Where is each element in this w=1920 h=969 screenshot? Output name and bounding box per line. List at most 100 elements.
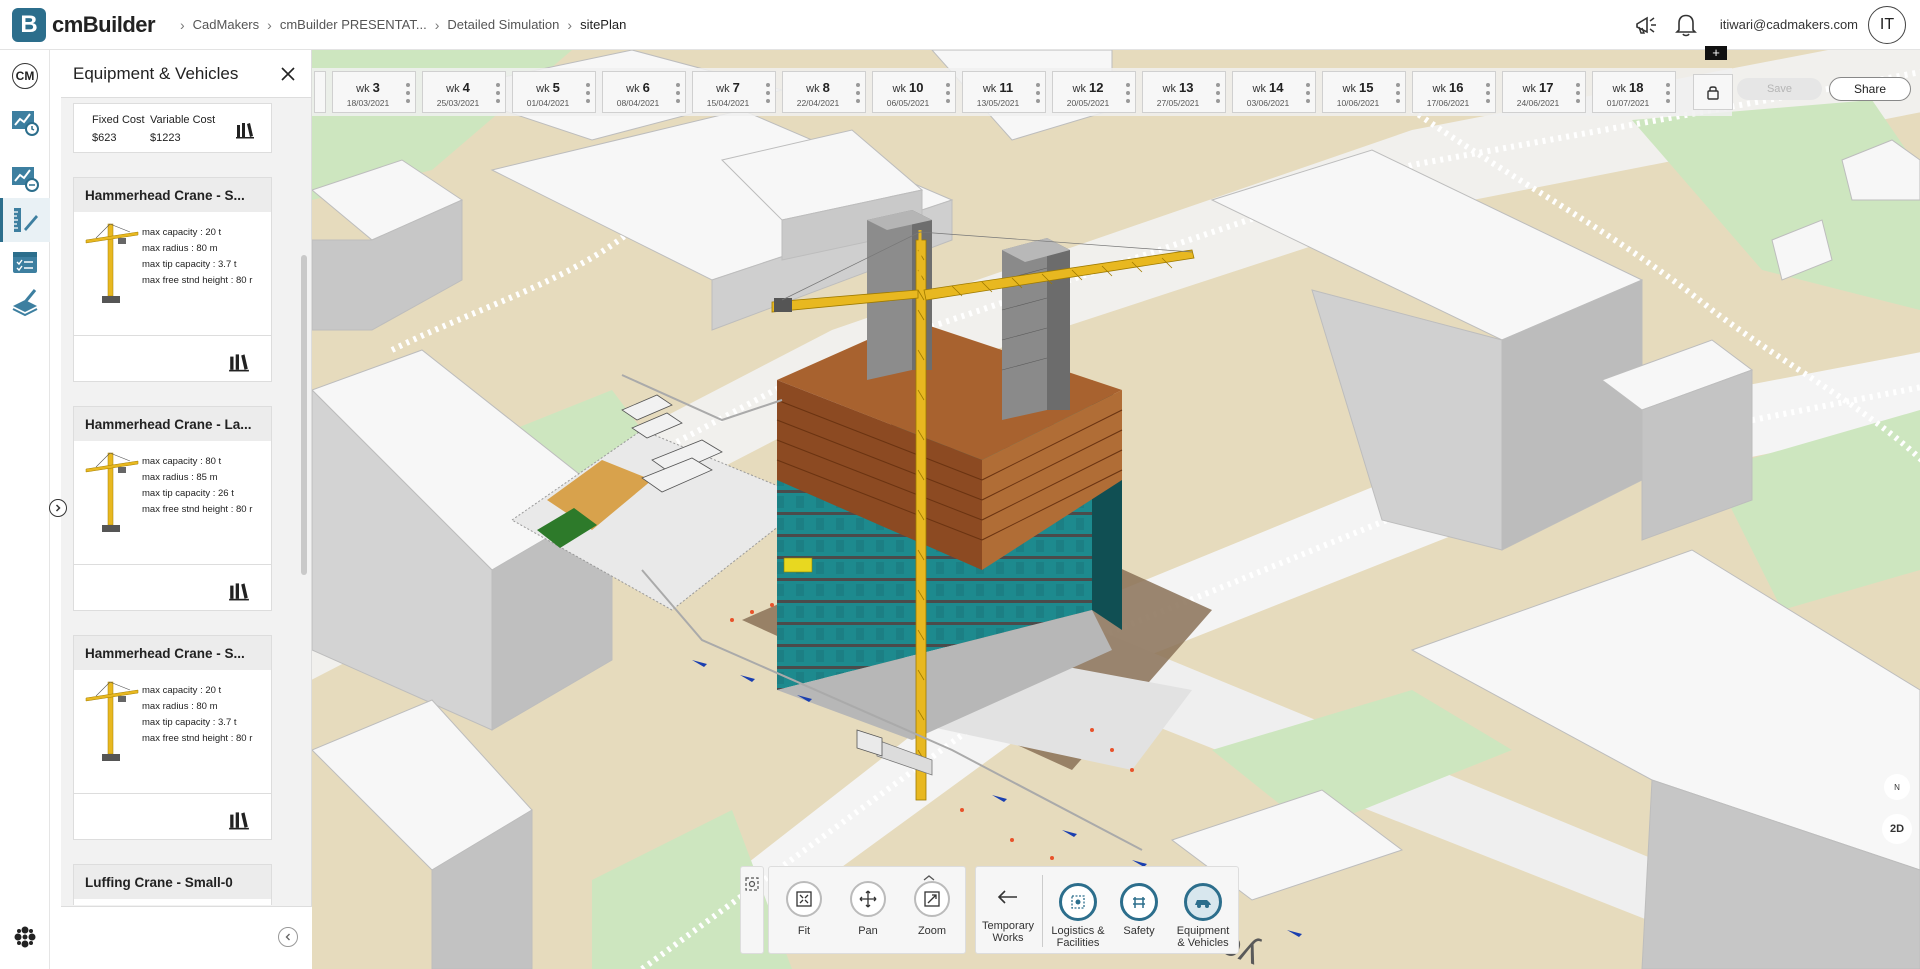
compass-north-button[interactable]: N bbox=[1884, 774, 1910, 800]
week-prefix: wk bbox=[536, 83, 550, 95]
pan-button[interactable]: Pan bbox=[843, 881, 893, 937]
mode-label: Logistics & bbox=[1051, 925, 1105, 937]
equipment-vehicles-button[interactable]: Equipment & Vehicles bbox=[1170, 867, 1236, 955]
week-card[interactable]: wk 12 20/05/2021 bbox=[1052, 71, 1136, 113]
site-3d-viewport[interactable]: ye Rd bbox=[312, 50, 1920, 969]
card-divider bbox=[74, 793, 271, 794]
mode-toolbar: Temporary Works Logistics & Facilities S… bbox=[975, 866, 1239, 954]
zoom-button[interactable]: Zoom bbox=[907, 881, 957, 937]
timeline-scroll-left[interactable] bbox=[314, 71, 326, 113]
collapse-panel-button[interactable] bbox=[278, 927, 298, 947]
library-icon[interactable] bbox=[227, 808, 251, 835]
kebab-menu-icon[interactable] bbox=[676, 83, 680, 107]
announcement-icon[interactable] bbox=[1630, 9, 1662, 41]
mode-label: Works bbox=[992, 932, 1024, 944]
logistics-facilities-button[interactable]: Logistics & Facilities bbox=[1048, 867, 1108, 955]
week-date: 06/05/2021 bbox=[886, 98, 930, 108]
panel-header: Equipment & Vehicles bbox=[61, 50, 311, 98]
layers-brush-icon[interactable] bbox=[9, 286, 41, 318]
week-date: 27/05/2021 bbox=[1156, 98, 1200, 108]
breadcrumb-item[interactable]: Detailed Simulation bbox=[447, 17, 559, 32]
week-card[interactable]: wk 11 13/05/2021 bbox=[962, 71, 1046, 113]
calendar-task-icon[interactable] bbox=[9, 246, 41, 278]
week-card[interactable]: wk 13 27/05/2021 bbox=[1142, 71, 1226, 113]
kebab-menu-icon[interactable] bbox=[586, 83, 590, 107]
kebab-menu-icon[interactable] bbox=[1486, 83, 1490, 107]
equipment-card[interactable]: Hammerhead Crane - S... max capacity : 2… bbox=[73, 177, 272, 382]
week-card[interactable]: wk 16 17/06/2021 bbox=[1412, 71, 1496, 113]
kebab-menu-icon[interactable] bbox=[856, 83, 860, 107]
fit-button[interactable]: Fit bbox=[779, 881, 829, 937]
apps-grid-icon[interactable] bbox=[13, 925, 37, 954]
user-email[interactable]: itiwari@cadmakers.com bbox=[1720, 17, 1858, 32]
screenshot-icon bbox=[745, 877, 759, 891]
spec-line: max tip capacity : 3.7 t bbox=[142, 717, 237, 728]
kebab-menu-icon[interactable] bbox=[766, 83, 770, 107]
equipment-list[interactable]: Fixed Cost $623 Variable Cost $1223 Hamm… bbox=[61, 98, 312, 905]
library-icon[interactable] bbox=[235, 119, 255, 142]
week-prefix: wk bbox=[1432, 83, 1446, 95]
week-card[interactable]: wk 7 15/04/2021 bbox=[692, 71, 776, 113]
week-card[interactable]: wk 4 25/03/2021 bbox=[422, 71, 506, 113]
week-number: 3 bbox=[372, 80, 380, 95]
breadcrumb-item[interactable]: cmBuilder PRESENTAT... bbox=[280, 17, 427, 32]
chevron-up-icon[interactable] bbox=[922, 869, 936, 887]
week-card[interactable]: wk 10 06/05/2021 bbox=[872, 71, 956, 113]
breadcrumb-item[interactable]: CadMakers bbox=[193, 17, 259, 32]
week-timeline[interactable]: wk 3 18/03/2021 wk 4 25/03/2021 wk 5 01/04/… bbox=[312, 68, 1732, 116]
week-date: 08/04/2021 bbox=[616, 98, 660, 108]
kebab-menu-icon[interactable] bbox=[946, 83, 950, 107]
expand-panel-button[interactable] bbox=[49, 499, 67, 517]
share-button[interactable]: Share bbox=[1829, 77, 1911, 101]
kebab-menu-icon[interactable] bbox=[1216, 83, 1220, 107]
safety-button[interactable]: Safety bbox=[1109, 867, 1169, 955]
equipment-title: Hammerhead Crane - La... bbox=[74, 407, 271, 441]
camera-view-button[interactable] bbox=[740, 866, 764, 954]
kebab-menu-icon[interactable] bbox=[1036, 83, 1040, 107]
lock-icon[interactable] bbox=[1693, 74, 1733, 110]
close-icon[interactable] bbox=[277, 63, 299, 85]
week-card[interactable]: wk 3 18/03/2021 bbox=[332, 71, 416, 113]
week-card[interactable]: wk 8 22/04/2021 bbox=[782, 71, 866, 113]
simulation-chart-icon[interactable] bbox=[9, 106, 41, 138]
week-date: 01/07/2021 bbox=[1606, 98, 1650, 108]
temporary-works-button[interactable]: Temporary Works bbox=[978, 867, 1038, 955]
kebab-menu-icon[interactable] bbox=[1576, 83, 1580, 107]
save-button[interactable]: Save bbox=[1737, 78, 1822, 100]
schedule-chart-icon[interactable] bbox=[9, 162, 41, 194]
spec-line: max free stnd height : 80 r bbox=[142, 504, 253, 515]
bell-icon[interactable] bbox=[1670, 9, 1702, 41]
week-card[interactable]: wk 17 24/06/2021 bbox=[1502, 71, 1586, 113]
card-divider bbox=[74, 564, 271, 565]
panel-scrollbar[interactable] bbox=[301, 255, 307, 575]
left-rail: CM bbox=[0, 50, 50, 969]
equipment-card[interactable]: Hammerhead Crane - S... max capacity : 2… bbox=[73, 635, 272, 840]
week-card[interactable]: wk 14 03/06/2021 bbox=[1232, 71, 1316, 113]
site-plan-ruler-icon[interactable] bbox=[9, 204, 41, 236]
week-card[interactable]: wk 15 10/06/2021 bbox=[1322, 71, 1406, 113]
mode-label: Temporary bbox=[982, 920, 1034, 932]
week-card[interactable]: wk 6 08/04/2021 bbox=[602, 71, 686, 113]
library-icon[interactable] bbox=[227, 350, 251, 377]
variable-cost-value: $1223 bbox=[150, 132, 181, 144]
kebab-menu-icon[interactable] bbox=[1126, 83, 1130, 107]
add-week-button[interactable]: + bbox=[1705, 46, 1727, 60]
kebab-menu-icon[interactable] bbox=[1666, 83, 1670, 107]
library-icon[interactable] bbox=[227, 579, 251, 606]
week-card[interactable]: wk 18 01/07/2021 bbox=[1592, 71, 1676, 113]
week-card[interactable]: wk 5 01/04/2021 bbox=[512, 71, 596, 113]
app-logo[interactable]: B cmBuilder bbox=[12, 7, 162, 42]
equipment-card[interactable]: Hammerhead Crane - La... max capacity : … bbox=[73, 406, 272, 611]
week-number: 13 bbox=[1179, 80, 1194, 95]
avatar[interactable]: IT bbox=[1868, 5, 1906, 44]
cm-badge[interactable]: CM bbox=[12, 63, 38, 89]
app-name: cmBuilder bbox=[52, 11, 156, 37]
kebab-menu-icon[interactable] bbox=[496, 83, 500, 107]
equipment-card[interactable]: Luffing Crane - Small-0 bbox=[73, 864, 272, 905]
kebab-menu-icon[interactable] bbox=[1396, 83, 1400, 107]
kebab-menu-icon[interactable] bbox=[1306, 83, 1310, 107]
chevron-right-icon: › bbox=[434, 16, 440, 33]
equipment-specs: max capacity : 80 t max radius : 85 m ma… bbox=[142, 454, 252, 518]
view-2d-button[interactable]: 2D bbox=[1882, 814, 1912, 844]
kebab-menu-icon[interactable] bbox=[406, 83, 410, 107]
